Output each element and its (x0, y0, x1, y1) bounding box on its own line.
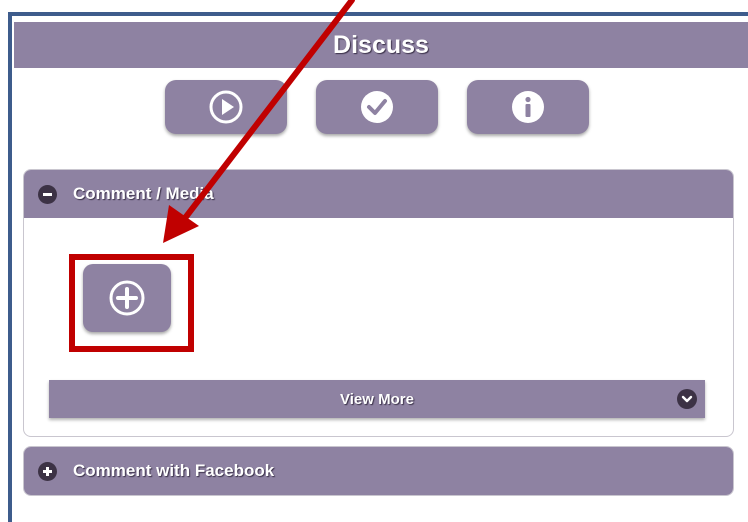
minus-circle-icon (38, 184, 57, 204)
info-circle-icon (512, 91, 544, 123)
check-button[interactable] (316, 80, 438, 134)
window-frame-top (8, 12, 748, 16)
comment-facebook-panel: Comment with Facebook (23, 446, 734, 496)
chevron-down-icon (677, 389, 697, 409)
view-more-button[interactable]: View More (49, 380, 705, 418)
view-more-label: View More (340, 390, 414, 408)
plus-circle-small-icon (38, 461, 57, 481)
check-circle-icon (361, 91, 393, 123)
comment-media-label: Comment / Media (73, 184, 214, 203)
page-title: Discuss (333, 30, 429, 59)
header-bar: Discuss (14, 22, 748, 68)
comment-facebook-label: Comment with Facebook (73, 461, 275, 480)
window-frame-left (8, 12, 12, 522)
comment-facebook-header[interactable]: Comment with Facebook (24, 447, 733, 495)
play-button[interactable] (165, 80, 287, 134)
play-circle-icon (209, 90, 243, 124)
info-button[interactable] (467, 80, 589, 134)
annotation-highlight-box (69, 254, 194, 352)
comment-media-header[interactable]: Comment / Media (24, 170, 733, 218)
